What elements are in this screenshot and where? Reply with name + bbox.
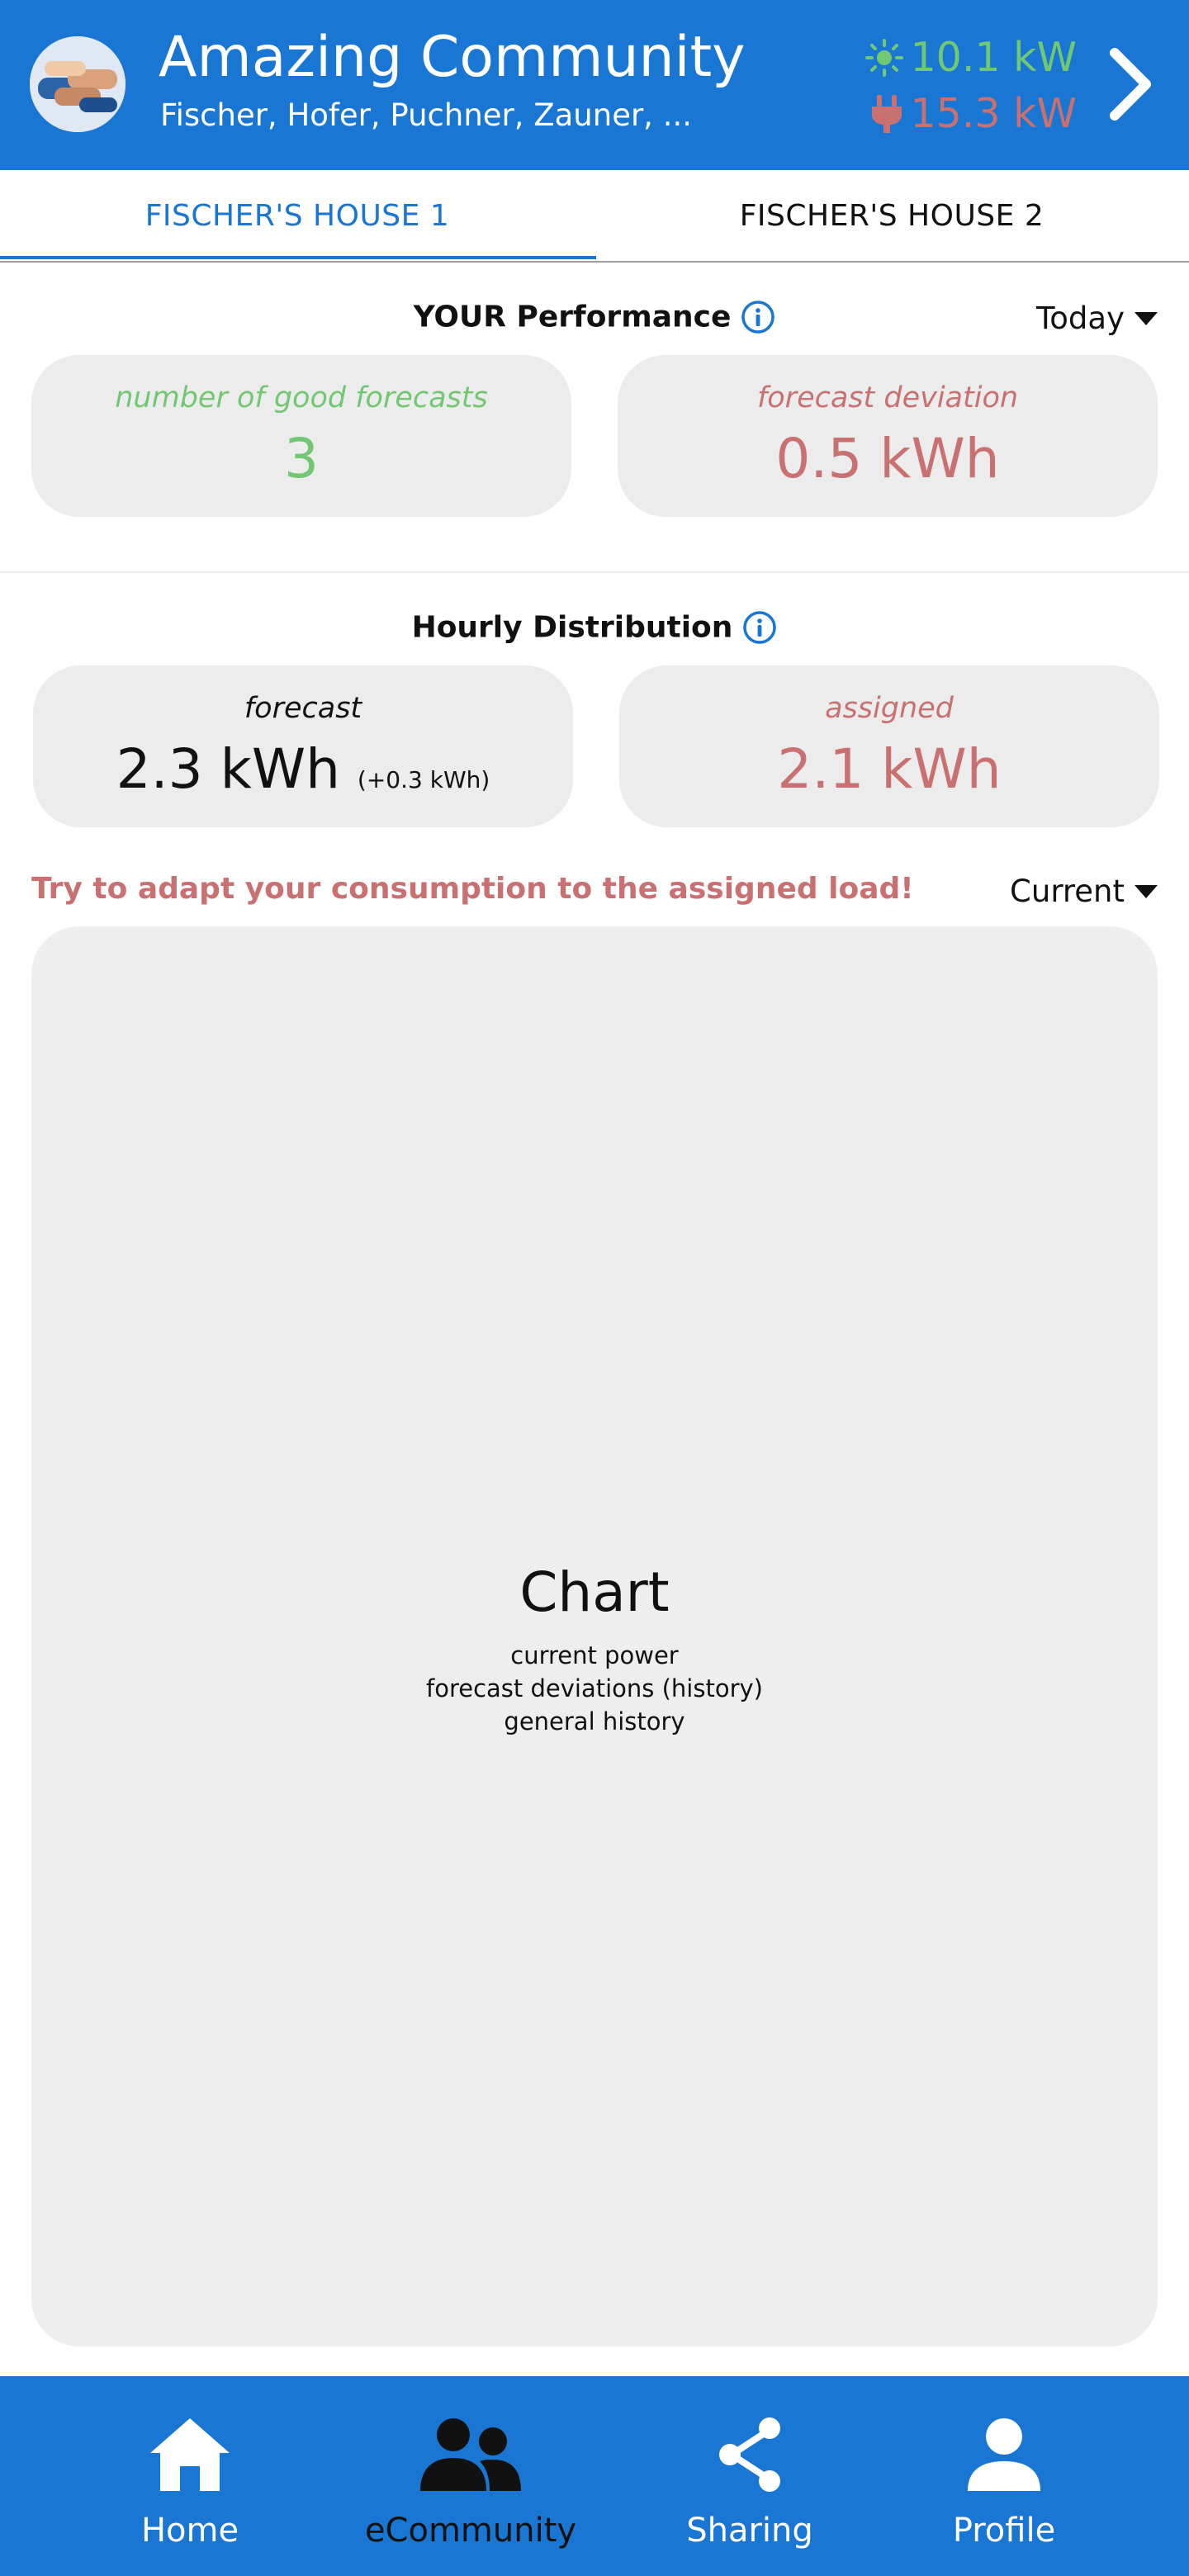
chart-placeholder-line: general history xyxy=(504,1707,685,1735)
performance-title: YOUR Performance xyxy=(413,300,732,334)
bottom-navigation: Home eCommunity Sharing Profile xyxy=(0,2376,1189,2576)
hourly-forecast-label: forecast xyxy=(244,692,362,725)
community-icon xyxy=(420,2418,521,2491)
nav-profile-label: Profile xyxy=(952,2512,1056,2550)
community-members: Fischer, Hofer, Puchner, Zauner, ... xyxy=(160,97,692,133)
grid-power-value: 15.3 kW xyxy=(910,90,1077,137)
sun-icon xyxy=(865,39,904,77)
tab-house-2[interactable]: FISCHER'S HOUSE 2 xyxy=(594,170,1189,261)
community-avatar[interactable] xyxy=(30,36,126,132)
caret-down-icon xyxy=(1135,311,1158,325)
nav-ecommunity-label: eCommunity xyxy=(364,2512,577,2550)
solar-power-readout: 10.1 kW xyxy=(865,35,1077,81)
performance-section-title: YOUR Performance xyxy=(0,299,1189,334)
nav-ecommunity[interactable]: eCommunity xyxy=(363,2376,578,2576)
section-divider xyxy=(0,571,1189,573)
hourly-forecast-value: 2.3 kWh xyxy=(116,737,340,801)
active-tab-indicator xyxy=(0,256,596,259)
chart-placeholder-title: Chart xyxy=(519,1560,670,1624)
house-tabs: FISCHER'S HOUSE 1 FISCHER'S HOUSE 2 xyxy=(0,170,1189,263)
chart-placeholder-line: current power xyxy=(510,1641,679,1669)
caret-down-icon xyxy=(1135,884,1158,898)
good-forecasts-card: number of good forecasts 3 xyxy=(31,355,571,517)
grid-power-readout: 15.3 kW xyxy=(870,91,1077,137)
period-dropdown[interactable]: Today xyxy=(1036,301,1158,336)
hourly-title: Hourly Distribution xyxy=(411,610,733,645)
nav-profile[interactable]: Profile xyxy=(897,2376,1111,2576)
period-dropdown-value: Today xyxy=(1035,301,1125,336)
forecast-deviation-value: 0.5 kWh xyxy=(775,427,1000,490)
chart-placeholder[interactable]: Chart current power forecast deviations … xyxy=(31,926,1158,2346)
nav-sharing[interactable]: Sharing xyxy=(642,2376,857,2576)
community-title: Amazing Community xyxy=(159,25,746,90)
app-header: Amazing Community Fischer, Hofer, Puchne… xyxy=(0,0,1189,170)
share-icon xyxy=(719,2417,780,2492)
chevron-right-icon[interactable] xyxy=(1100,45,1159,124)
profile-icon xyxy=(968,2418,1040,2491)
consumption-hint: Try to adapt your consumption to the ass… xyxy=(31,872,914,906)
nav-home-label: Home xyxy=(140,2512,239,2550)
hourly-assigned-card: assigned 2.1 kWh xyxy=(619,665,1159,827)
hourly-section-title: Hourly Distribution xyxy=(0,609,1189,645)
plug-icon xyxy=(872,95,902,133)
forecast-deviation-card: forecast deviation 0.5 kWh xyxy=(618,355,1158,517)
chart-placeholder-line: forecast deviations (history) xyxy=(426,1674,763,1702)
info-icon[interactable] xyxy=(741,300,775,334)
home-icon xyxy=(150,2418,230,2491)
hourly-assigned-value: 2.1 kWh xyxy=(777,737,1002,801)
info-icon[interactable] xyxy=(742,610,777,645)
chart-mode-dropdown[interactable]: Current xyxy=(1010,874,1158,909)
good-forecasts-label: number of good forecasts xyxy=(115,381,488,414)
forecast-deviation-label: forecast deviation xyxy=(756,381,1019,414)
hourly-forecast-value-row: 2.3 kWh (+0.3 kWh) xyxy=(33,735,573,815)
good-forecasts-value: 3 xyxy=(284,427,319,490)
nav-home[interactable]: Home xyxy=(83,2376,297,2576)
nav-sharing-label: Sharing xyxy=(686,2512,813,2550)
hourly-forecast-delta: (+0.3 kWh) xyxy=(357,766,490,793)
hourly-assigned-label: assigned xyxy=(825,692,954,725)
hourly-forecast-card: forecast 2.3 kWh (+0.3 kWh) xyxy=(33,665,573,827)
chart-mode-value: Current xyxy=(1010,874,1125,909)
solar-power-value: 10.1 kW xyxy=(910,34,1077,81)
tab-house-1[interactable]: FISCHER'S HOUSE 1 xyxy=(0,170,594,261)
